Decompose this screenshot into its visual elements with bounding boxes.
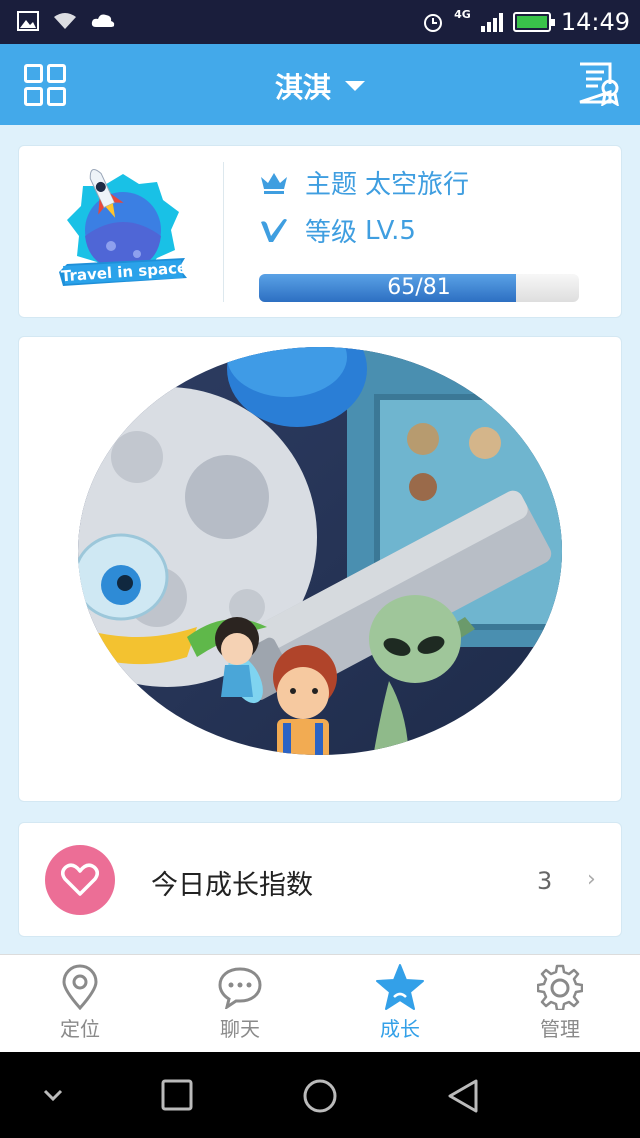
level-v-icon — [261, 218, 287, 242]
gear-icon — [537, 964, 583, 1010]
home-circle-icon[interactable] — [302, 1078, 338, 1114]
daily-growth-index-row[interactable]: 今日成长指数 3 › — [18, 822, 622, 937]
child-name: 淇淇 — [274, 71, 331, 104]
image-notification-icon — [17, 11, 39, 31]
battery-icon — [512, 12, 555, 32]
system-navigation-bar — [0, 1052, 640, 1138]
divider — [223, 162, 224, 302]
theme-card[interactable]: Travel in space 主题 太空旅行 等级 LV.5 65/81 — [18, 145, 622, 318]
progress-text: 65/81 — [387, 275, 451, 300]
wifi-icon — [54, 13, 76, 29]
tab-manage[interactable]: 管理 — [480, 955, 640, 1052]
certificate-icon[interactable] — [576, 62, 622, 106]
level-label: 等级 — [305, 218, 358, 248]
cloud-icon — [91, 14, 115, 27]
back-triangle-icon[interactable] — [446, 1078, 480, 1114]
app-header: 淇淇 — [0, 44, 640, 125]
clock-time: 14:49 — [560, 8, 630, 36]
location-pin-icon — [62, 964, 98, 1010]
theme-label: 主题 — [305, 170, 358, 200]
level-progress-bar: 65/81 — [259, 274, 579, 302]
status-bar: 4G 14:49 — [0, 0, 640, 44]
bottom-tab-bar: 定位 聊天 成长 管理 — [0, 954, 640, 1052]
growth-index-value: 3 — [537, 867, 553, 895]
tab-growth-label: 成长 — [380, 1017, 420, 1041]
theme-value: 太空旅行 — [365, 170, 470, 200]
tab-growth[interactable]: 成长 — [320, 955, 480, 1052]
chat-bubble-icon — [218, 967, 262, 1009]
dropdown-caret-icon — [345, 81, 365, 91]
space-scene-illustration — [78, 347, 562, 755]
level-row: 等级 LV.5 — [259, 212, 416, 249]
tab-location-label: 定位 — [60, 1017, 100, 1041]
tab-location[interactable]: 定位 — [0, 955, 160, 1052]
network-type: 4G — [454, 7, 471, 21]
tab-chat[interactable]: 聊天 — [160, 955, 320, 1052]
growth-index-label: 今日成长指数 — [151, 870, 313, 901]
theme-row: 主题 太空旅行 — [259, 164, 469, 201]
hide-keyboard-chevron-icon[interactable] — [42, 1088, 64, 1102]
chevron-right-icon: › — [587, 867, 596, 892]
crown-icon — [261, 172, 287, 194]
tab-chat-label: 聊天 — [220, 1017, 260, 1041]
heart-icon — [45, 845, 115, 915]
child-selector[interactable]: 淇淇 — [0, 66, 640, 106]
level-value: LV.5 — [365, 215, 416, 246]
theme-scene-card[interactable] — [18, 336, 622, 802]
star-icon — [376, 964, 424, 1010]
signal-icon — [480, 12, 503, 32]
alarm-icon — [424, 14, 443, 32]
recents-square-icon[interactable] — [160, 1078, 194, 1112]
tab-manage-label: 管理 — [540, 1017, 580, 1041]
